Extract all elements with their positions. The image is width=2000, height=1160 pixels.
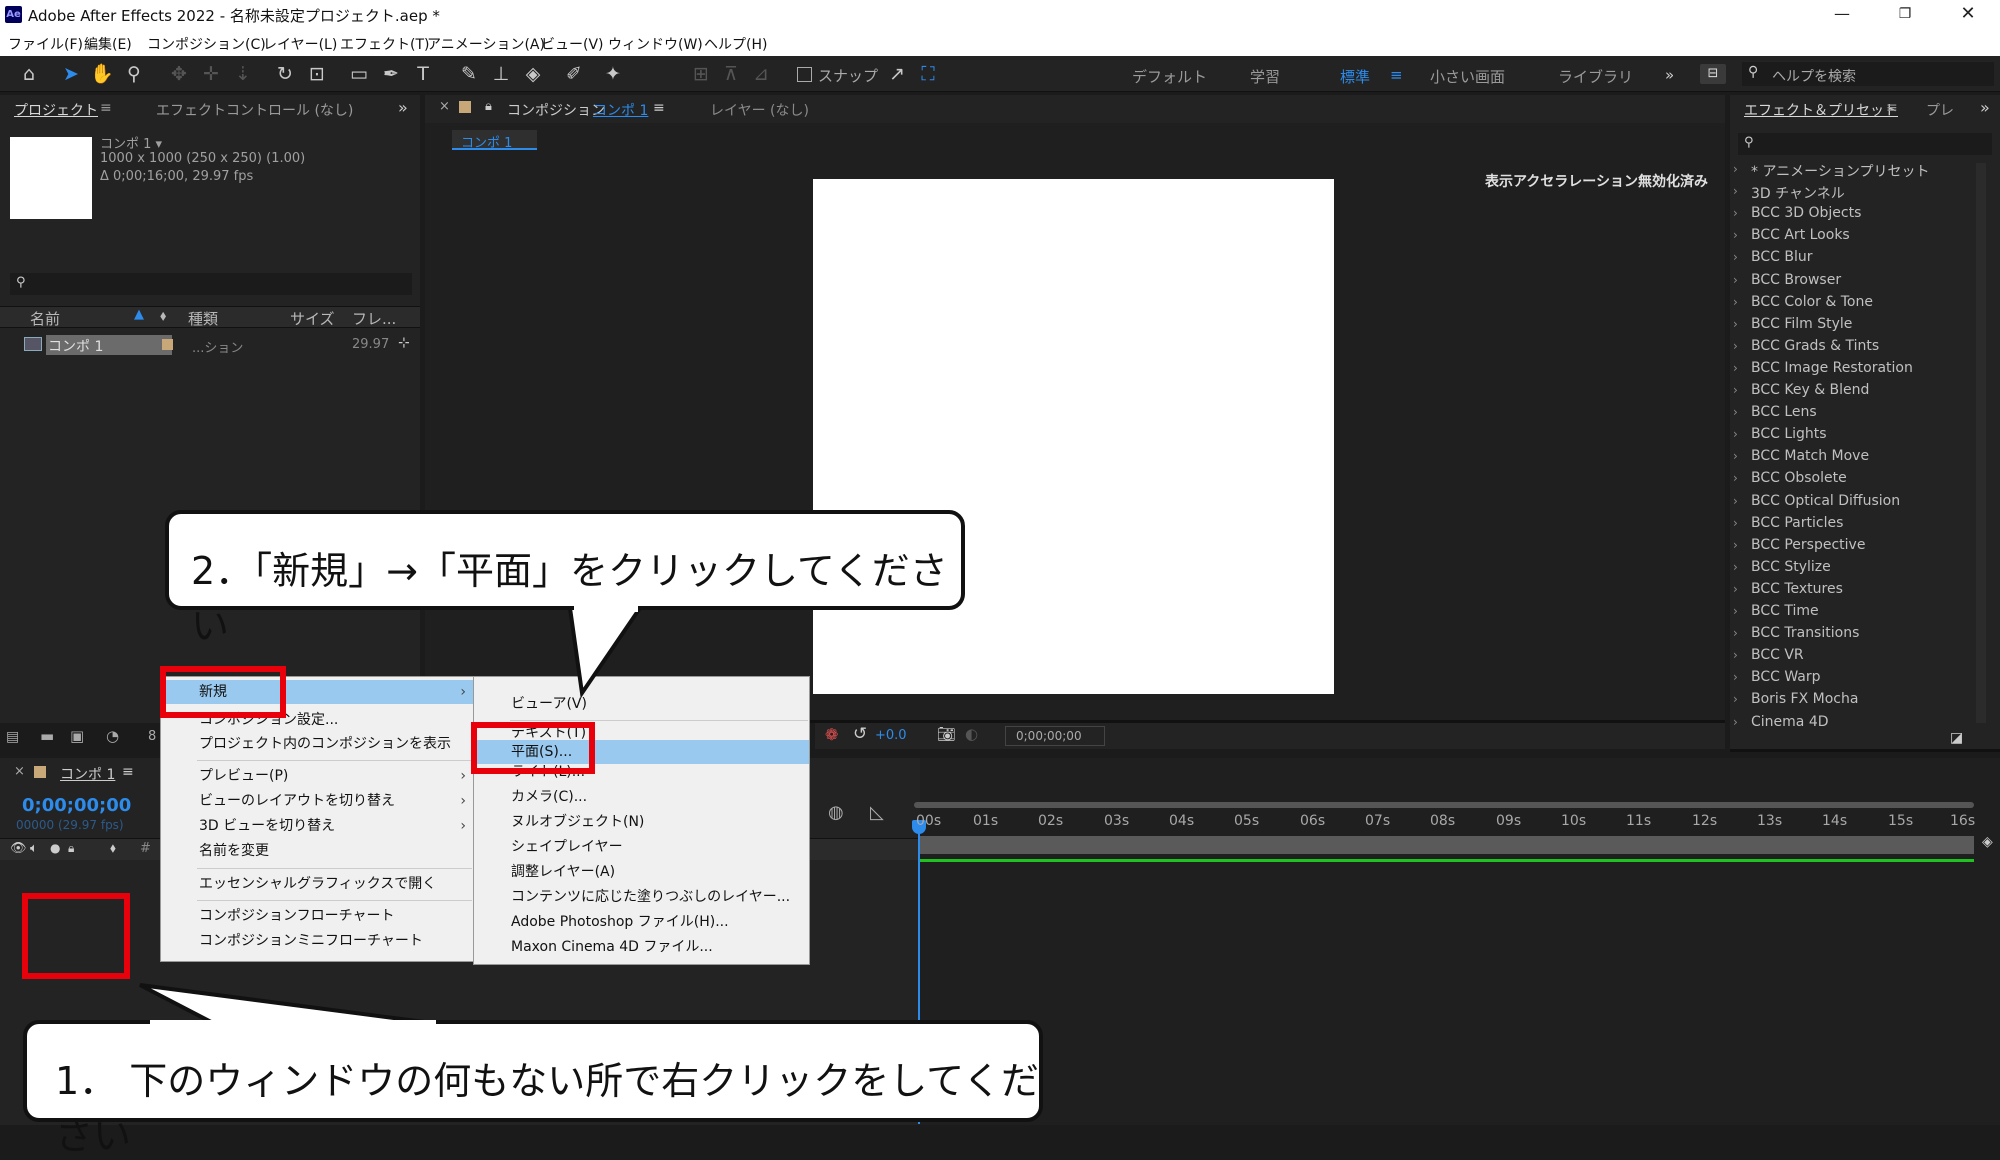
callout-step1: 1． 下のウィンドウの何もない所で右クリックをしてください [23,1020,1043,1158]
callout-step2-text: 2．「新規」→「平面」をクリックしてください [191,549,948,648]
callout-step1-text: 1． 下のウィンドウの何もない所で右クリックをしてください [55,1059,1039,1158]
callout-step2: 2．「新規」→「平面」をクリックしてください [165,510,965,648]
